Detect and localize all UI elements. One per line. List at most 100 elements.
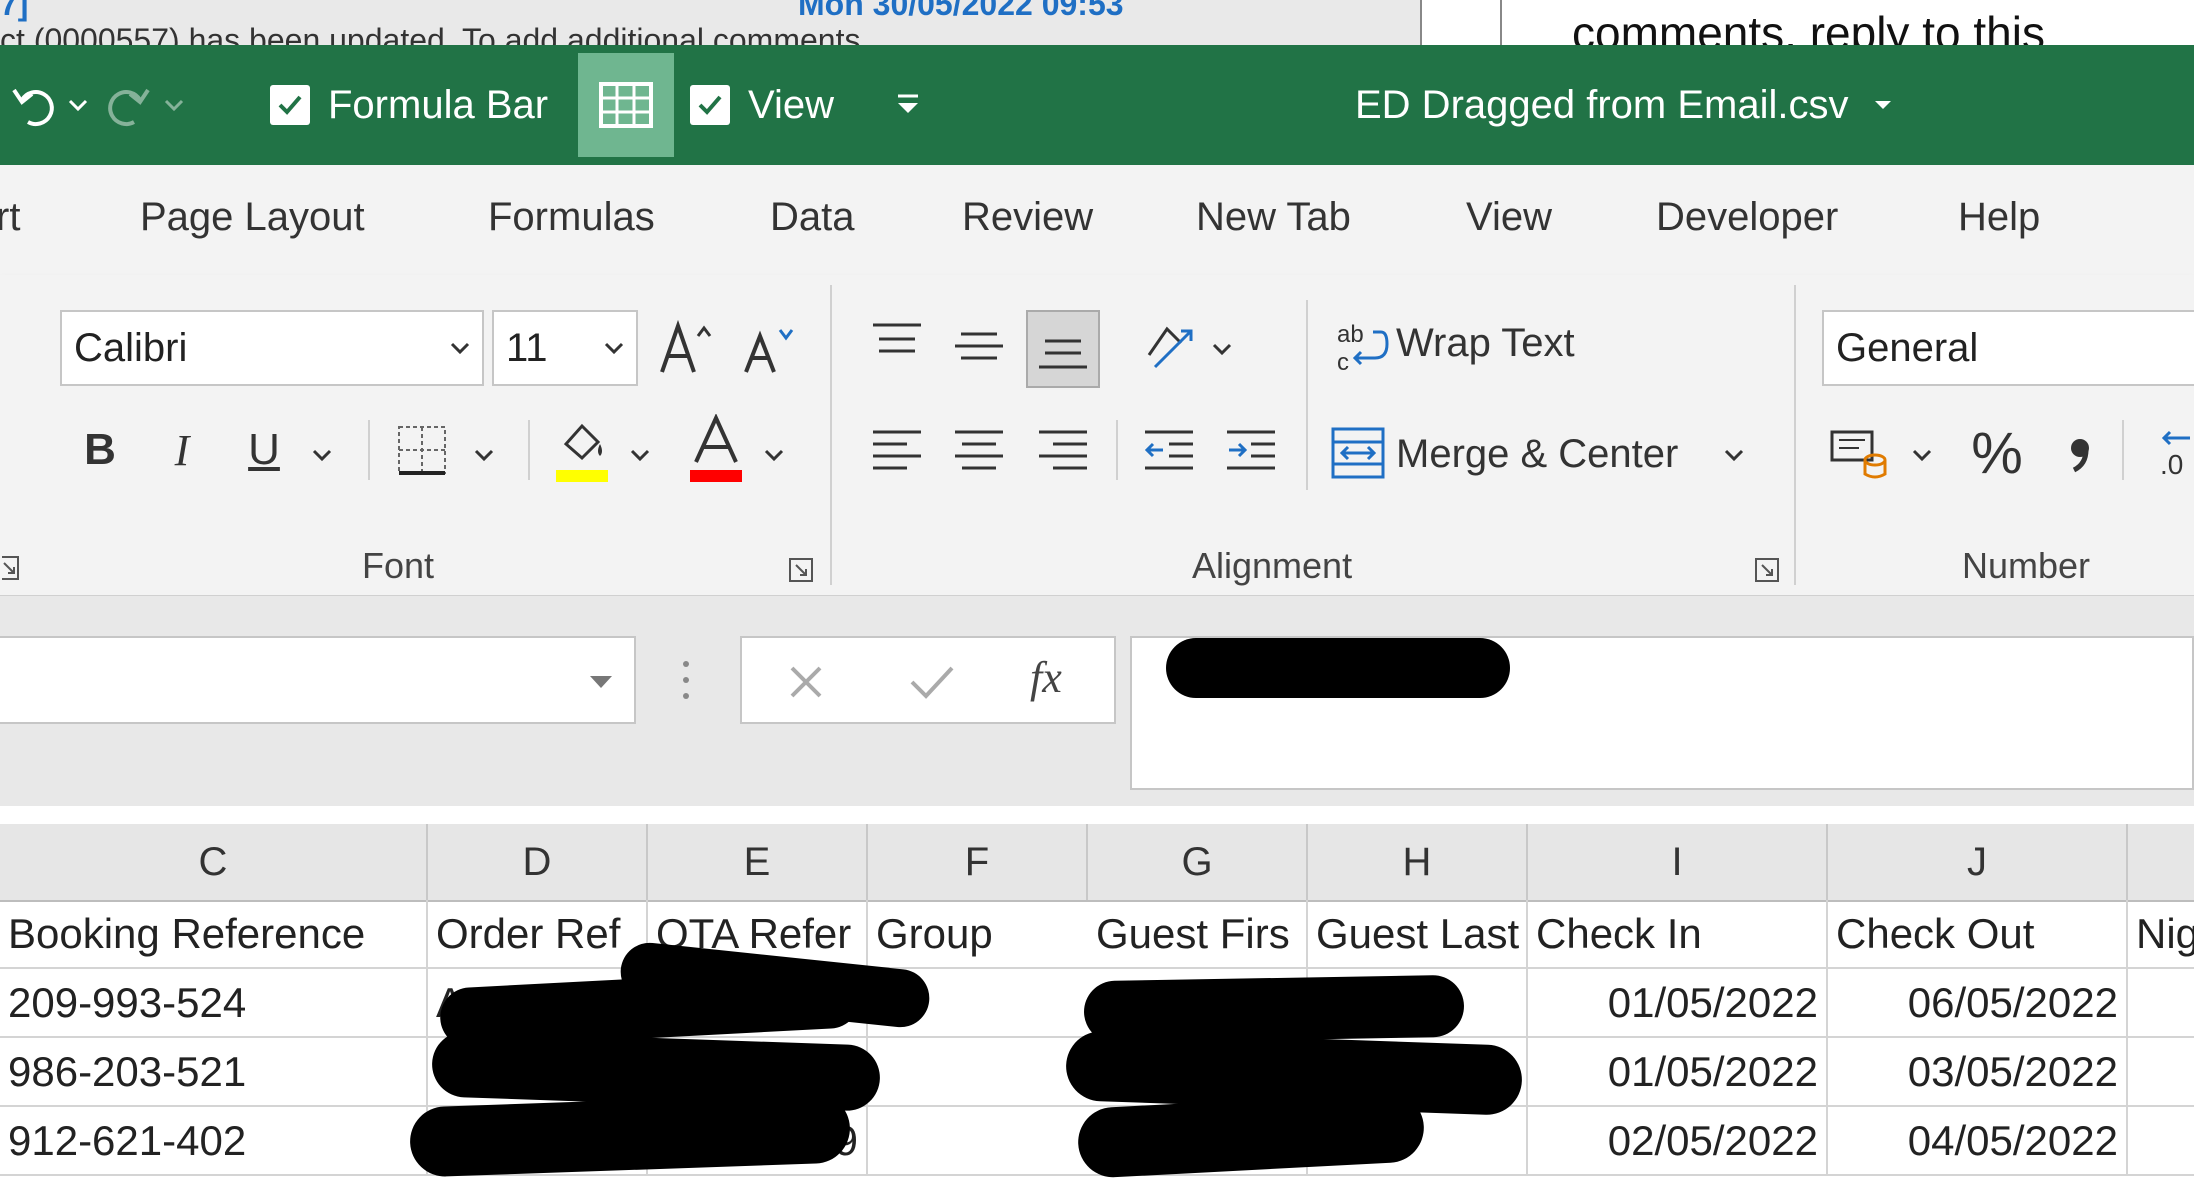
merge-center-icon [1331,427,1385,479]
svg-text:ab: ab [1337,321,1364,348]
comma-style-button[interactable] [2056,415,2102,491]
font-color-dropdown-icon[interactable] [762,447,786,465]
top-align-button[interactable] [866,310,928,372]
clipboard-launcher-icon[interactable] [0,555,20,581]
table-row-cell[interactable] [2128,1107,2194,1176]
table-row-cell[interactable]: 209-993-524 [0,969,428,1038]
cancel-icon[interactable] [786,662,826,702]
merge-dropdown-icon[interactable] [1722,447,1746,465]
formula-bar-toggle[interactable]: Formula Bar [270,45,548,165]
chevron-down-icon [604,342,624,355]
customize-qat-button[interactable] [892,45,924,165]
align-right-button[interactable] [1032,420,1094,482]
merge-center-icon-wrap[interactable] [1326,423,1390,483]
file-name-dropdown[interactable]: ED Dragged from Email.csv [1355,45,1896,165]
wrap-text-icon-wrap[interactable]: ab c [1334,313,1390,383]
align-left-icon [873,430,921,470]
column-header-e[interactable]: E [648,824,868,900]
merge-center-button[interactable]: Merge & Center [1396,432,1678,477]
table-row-cell[interactable]: 04/05/2022 [1828,1107,2128,1176]
column-header-h[interactable]: H [1308,824,1528,900]
table-row-cell[interactable]: 02/05/2022 [1528,1107,1828,1176]
tab-data[interactable]: Data [770,195,855,240]
header-cell[interactable]: Group [868,900,1088,969]
header-cell[interactable]: Check Out [1828,900,2128,969]
header-cell[interactable]: Order Ref [428,900,648,969]
tab-help[interactable]: Help [1958,195,2040,240]
table-row-cell[interactable] [868,1038,1088,1107]
tab-review[interactable]: Review [962,195,1093,240]
accounting-format-button[interactable] [1828,423,1890,485]
header-cell[interactable]: Nig [2128,900,2194,969]
table-row-cell[interactable] [868,1107,1088,1176]
bold-button[interactable]: B [72,415,128,485]
orientation-button[interactable] [1140,310,1202,380]
fill-color-dropdown-icon[interactable] [628,447,652,465]
header-cell[interactable]: Guest Last [1308,900,1528,969]
undo-button[interactable] [8,45,90,165]
column-header-f[interactable]: F [868,824,1088,900]
formula-input[interactable] [1130,636,2194,790]
tab-insert[interactable]: rt [0,195,20,240]
alignment-launcher-icon[interactable] [1754,557,1780,583]
table-row-cell[interactable] [2128,969,2194,1038]
middle-align-button[interactable] [948,315,1010,377]
redo-button[interactable] [104,45,186,165]
insert-function-button[interactable]: fx [1030,652,1062,703]
table-row-cell[interactable]: 986-203-521 [0,1038,428,1107]
table-row-cell[interactable]: 01/05/2022 [1528,969,1828,1038]
borders-dropdown-icon[interactable] [472,447,496,465]
header-cell[interactable]: Check In [1528,900,1828,969]
gridlines-button[interactable] [578,53,674,157]
column-header-i[interactable]: I [1528,824,1828,900]
decrease-indent-button[interactable] [1138,420,1200,482]
percent-style-button[interactable]: % [1962,415,2032,491]
increase-decimal-button[interactable]: .0 [2150,425,2194,487]
bottom-align-button[interactable] [1026,310,1100,388]
column-header-k[interactable] [2128,824,2194,900]
column-header-d[interactable]: D [428,824,648,900]
column-headers: C D E F G H I J [0,824,2194,902]
tab-new-tab[interactable]: New Tab [1196,195,1351,240]
font-size-select[interactable]: 11 [492,310,638,386]
orientation-dropdown-icon[interactable] [1210,341,1234,359]
header-cell[interactable]: Guest Firs [1088,900,1308,969]
borders-icon [398,426,446,475]
increase-indent-button[interactable] [1220,420,1282,482]
align-left-button[interactable] [866,420,928,482]
fill-color-button[interactable] [552,410,612,490]
borders-button[interactable] [392,415,452,485]
accounting-dropdown-icon[interactable] [1910,447,1934,465]
redo-icon [108,88,150,126]
increase-font-size-button[interactable] [656,310,716,386]
column-header-g[interactable]: G [1088,824,1308,900]
font-launcher-icon[interactable] [788,557,814,583]
tab-view[interactable]: View [1466,195,1552,240]
tab-formulas[interactable]: Formulas [488,195,655,240]
table-row-cell[interactable]: 06/05/2022 [1828,969,2128,1038]
column-header-j[interactable]: J [1828,824,2128,900]
underline-button[interactable]: U [236,415,292,485]
font-color-button[interactable] [686,410,746,490]
underline-dropdown-icon[interactable] [310,447,334,465]
table-row-cell[interactable]: 01/05/2022 [1528,1038,1828,1107]
name-box[interactable] [0,636,636,724]
align-center-button[interactable] [948,420,1010,482]
chevron-down-icon [68,99,88,112]
table-row-cell[interactable]: 912-621-402 [0,1107,428,1176]
table-row-cell[interactable]: 03/05/2022 [1828,1038,2128,1107]
italic-button[interactable]: I [154,415,210,485]
wrap-text-button[interactable]: Wrap Text [1396,321,1575,366]
email-ref-fragment: 7] [0,0,29,22]
font-name-select[interactable]: Calibri [60,310,484,386]
table-row-cell[interactable] [2128,1038,2194,1107]
view-toggle[interactable]: View [690,45,834,165]
number-format-select[interactable]: General [1822,310,2194,386]
resize-handle-icon[interactable] [680,658,692,702]
decrease-font-size-button[interactable] [740,310,800,386]
header-cell[interactable]: Booking Reference [0,900,428,969]
column-header-c[interactable]: C [0,824,428,900]
tab-developer[interactable]: Developer [1656,195,1838,240]
enter-check-icon[interactable] [908,662,956,702]
tab-page-layout[interactable]: Page Layout [140,195,365,240]
